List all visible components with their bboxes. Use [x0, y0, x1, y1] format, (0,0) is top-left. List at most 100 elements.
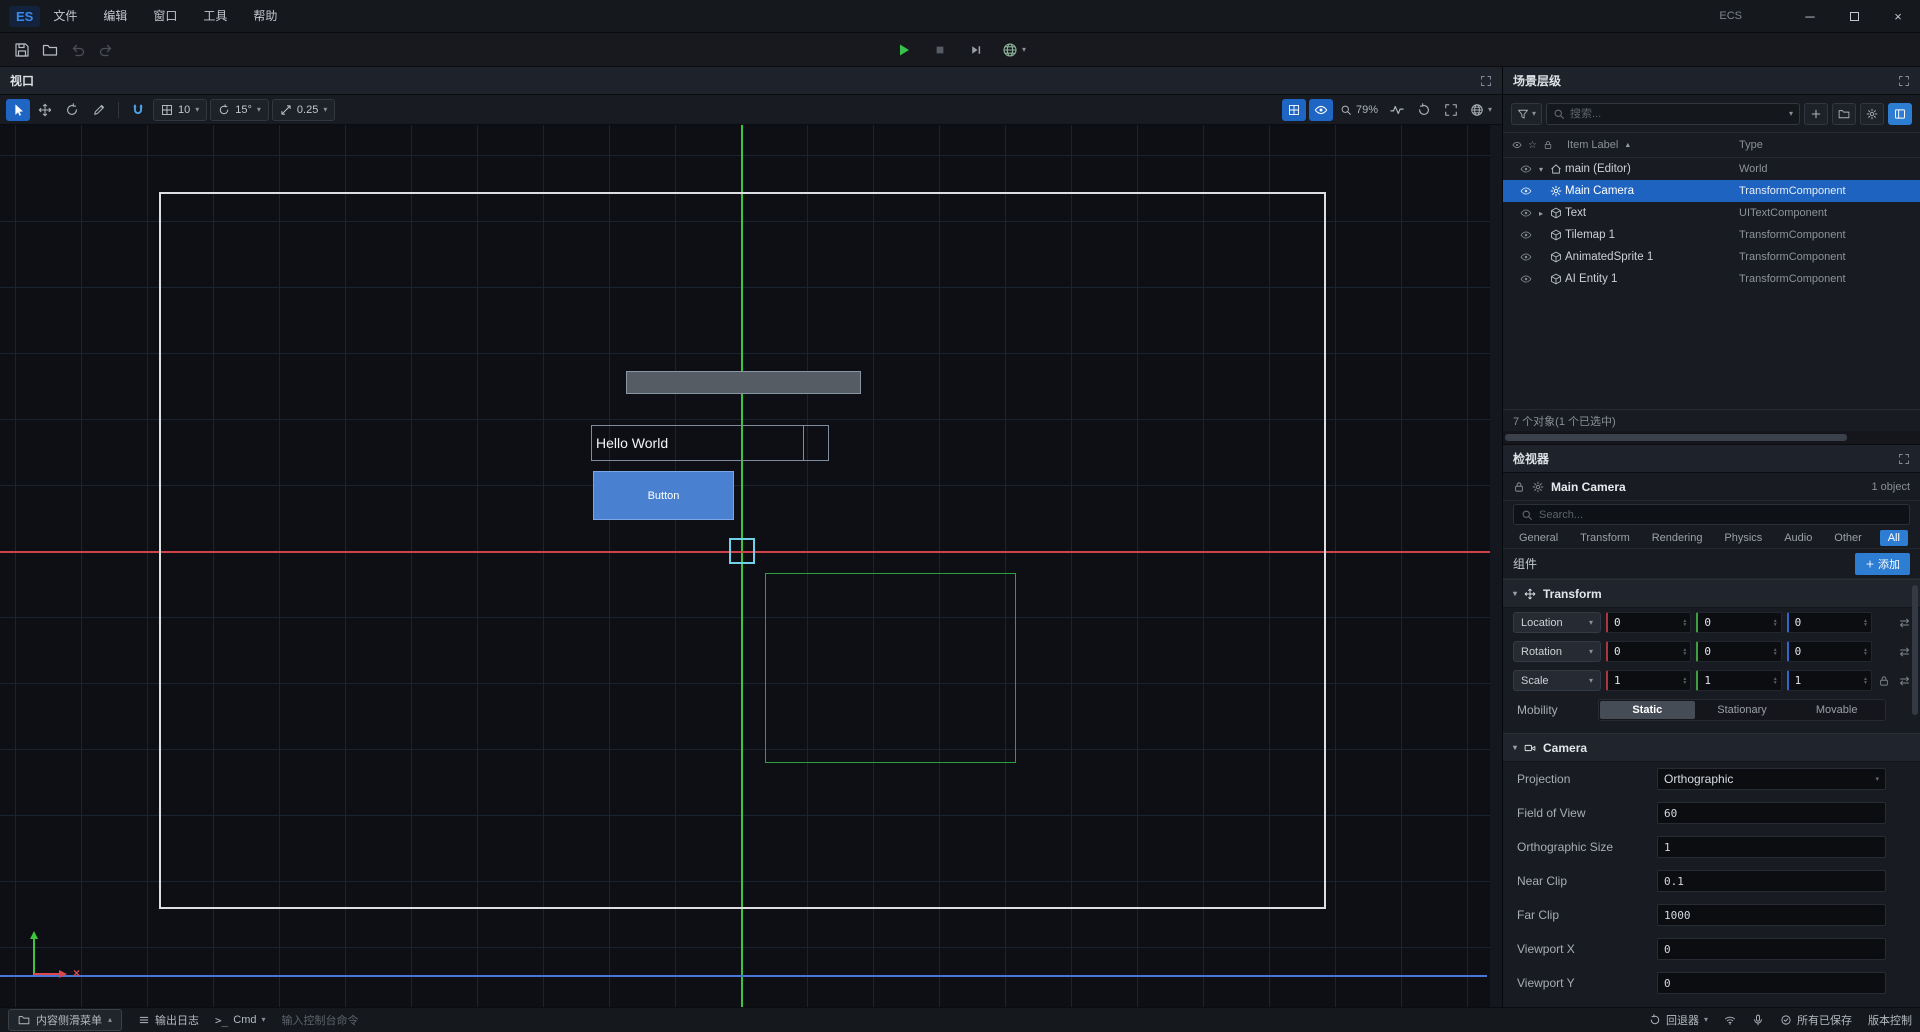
rotation-z-field[interactable]: ▲▼ — [1787, 641, 1872, 662]
inspector-vscrollbar[interactable] — [1912, 475, 1919, 1005]
microphone-button[interactable] — [1752, 1014, 1764, 1026]
tab-rendering[interactable]: Rendering — [1648, 530, 1707, 546]
selection-gizmo[interactable] — [729, 538, 755, 564]
spinner-icon[interactable]: ▲▼ — [1773, 648, 1778, 656]
inspector-search[interactable] — [1513, 504, 1910, 525]
tab-general[interactable]: General — [1515, 530, 1562, 546]
fullscreen-button[interactable] — [1439, 99, 1463, 121]
close-button[interactable]: × — [1876, 0, 1920, 33]
spinner-icon[interactable]: ▲▼ — [1863, 648, 1868, 656]
rotation-z-input[interactable] — [1795, 645, 1863, 658]
play-button[interactable] — [890, 37, 918, 63]
viewport-x-input[interactable] — [1664, 943, 1879, 956]
world-view-dropdown[interactable]: ▾ — [1466, 99, 1496, 121]
zoom-control[interactable]: 79% — [1336, 99, 1382, 121]
tab-physics[interactable]: Physics — [1720, 530, 1766, 546]
rotation-x-field[interactable]: ▲▼ — [1606, 641, 1691, 662]
location-x-field[interactable]: ▲▼ — [1606, 612, 1691, 633]
visibility-eye-icon[interactable] — [1517, 185, 1535, 197]
swap-axes-icon[interactable]: ⇄ — [1897, 616, 1912, 630]
version-control-button[interactable]: 版本控制 — [1868, 1012, 1912, 1028]
viewport-y-field[interactable] — [1657, 972, 1886, 994]
viewport-y-input[interactable] — [1664, 977, 1879, 990]
viewport-scrollbar[interactable] — [1490, 125, 1502, 1007]
projection-dropdown[interactable]: Orthographic ▾ — [1657, 768, 1886, 790]
content-drawer-button[interactable]: 内容侧滑菜单 ▴ — [8, 1009, 122, 1031]
add-entity-button[interactable] — [1804, 103, 1828, 125]
menu-window[interactable]: 窗口 — [140, 0, 190, 33]
panel-expand-icon[interactable] — [1898, 453, 1910, 465]
panel-expand-icon[interactable] — [1898, 75, 1910, 87]
filter-button[interactable]: ▾ — [1511, 103, 1542, 125]
tab-other[interactable]: Other — [1830, 530, 1866, 546]
spinner-icon[interactable]: ▲▼ — [1682, 619, 1687, 627]
hierarchy-settings-button[interactable] — [1860, 103, 1884, 125]
scrollbar-thumb[interactable] — [1912, 585, 1918, 715]
expand-arrow-icon[interactable]: ▸ — [1535, 209, 1547, 218]
visibility-eye-icon[interactable] — [1517, 251, 1535, 263]
rotation-dropdown[interactable]: Rotation ▾ — [1513, 641, 1601, 662]
location-y-field[interactable]: ▲▼ — [1696, 612, 1781, 633]
tilemap-bounds-rect[interactable] — [765, 573, 1016, 763]
grid-snap-dropdown[interactable]: 10 ▾ — [153, 99, 207, 121]
field-of-view-input[interactable] — [1664, 807, 1879, 820]
camera-section-header[interactable]: ▾ Camera — [1503, 733, 1920, 762]
lock-icon[interactable] — [1513, 481, 1525, 493]
hierarchy-row-main-camera[interactable]: Main Camera TransformComponent — [1503, 180, 1920, 202]
mobility-stationary-option[interactable]: Stationary — [1695, 701, 1790, 719]
maximize-button[interactable] — [1832, 0, 1876, 33]
near-clip-input[interactable] — [1664, 875, 1879, 888]
mobility-static-option[interactable]: Static — [1600, 701, 1695, 719]
location-x-input[interactable] — [1614, 616, 1682, 629]
far-clip-input[interactable] — [1664, 909, 1879, 922]
menu-help[interactable]: 帮助 — [240, 0, 290, 33]
swap-axes-icon[interactable]: ⇄ — [1897, 645, 1912, 659]
hierarchy-row-ai-entity[interactable]: AI Entity 1 TransformComponent — [1503, 268, 1920, 290]
launch-target-dropdown[interactable]: ▾ — [998, 42, 1030, 58]
network-status-button[interactable] — [1724, 1014, 1736, 1026]
transform-section-header[interactable]: ▾ Transform — [1503, 579, 1920, 608]
orthographic-size-input[interactable] — [1664, 841, 1879, 854]
visibility-eye-icon[interactable] — [1517, 273, 1535, 285]
edit-tool-button[interactable] — [87, 99, 111, 121]
panel-expand-icon[interactable] — [1480, 75, 1492, 87]
hierarchy-search-input[interactable] — [1570, 108, 1784, 120]
step-button[interactable] — [962, 37, 990, 63]
location-y-input[interactable] — [1704, 616, 1772, 629]
location-z-field[interactable]: ▲▼ — [1787, 612, 1872, 633]
scale-y-input[interactable] — [1704, 674, 1772, 687]
visibility-toggle-button[interactable] — [1309, 99, 1333, 121]
tab-audio[interactable]: Audio — [1780, 530, 1816, 546]
scrollbar-thumb[interactable] — [1505, 434, 1847, 441]
tab-all[interactable]: All — [1880, 530, 1908, 546]
uniform-scale-lock[interactable] — [1877, 675, 1892, 687]
save-button[interactable] — [8, 37, 36, 63]
undo-button[interactable] — [64, 37, 92, 63]
viewport-canvas[interactable]: Hello World Button × — [0, 125, 1502, 1007]
rotate-tool-button[interactable] — [60, 99, 84, 121]
ui-button-element[interactable]: Button — [593, 471, 734, 520]
sprite-element[interactable] — [626, 371, 861, 394]
rotation-y-field[interactable]: ▲▼ — [1696, 641, 1781, 662]
scale-z-field[interactable]: ▲▼ — [1787, 670, 1872, 691]
field-of-view-field[interactable] — [1657, 802, 1886, 824]
minimize-button[interactable]: ─ — [1788, 0, 1832, 33]
console-command-input[interactable]: 输入控制台命令 — [282, 1012, 359, 1028]
scale-z-input[interactable] — [1795, 674, 1863, 687]
scale-dropdown[interactable]: Scale ▾ — [1513, 670, 1601, 691]
visibility-eye-icon[interactable] — [1517, 229, 1535, 241]
viewport-x-field[interactable] — [1657, 938, 1886, 960]
visibility-eye-icon[interactable] — [1517, 207, 1535, 219]
select-tool-button[interactable] — [6, 99, 30, 121]
column-type[interactable]: Type — [1739, 139, 1763, 151]
mobility-movable-option[interactable]: Movable — [1789, 701, 1884, 719]
spinner-icon[interactable]: ▲▼ — [1863, 619, 1868, 627]
swap-axes-icon[interactable]: ⇄ — [1897, 674, 1912, 688]
location-z-input[interactable] — [1795, 616, 1863, 629]
menu-tools[interactable]: 工具 — [190, 0, 240, 33]
spinner-icon[interactable]: ▲▼ — [1863, 677, 1868, 685]
visibility-eye-icon[interactable] — [1517, 163, 1535, 175]
panel-layout-toggle[interactable] — [1888, 103, 1912, 125]
hierarchy-row-animatedsprite[interactable]: AnimatedSprite 1 TransformComponent — [1503, 246, 1920, 268]
new-folder-button[interactable] — [1832, 103, 1856, 125]
